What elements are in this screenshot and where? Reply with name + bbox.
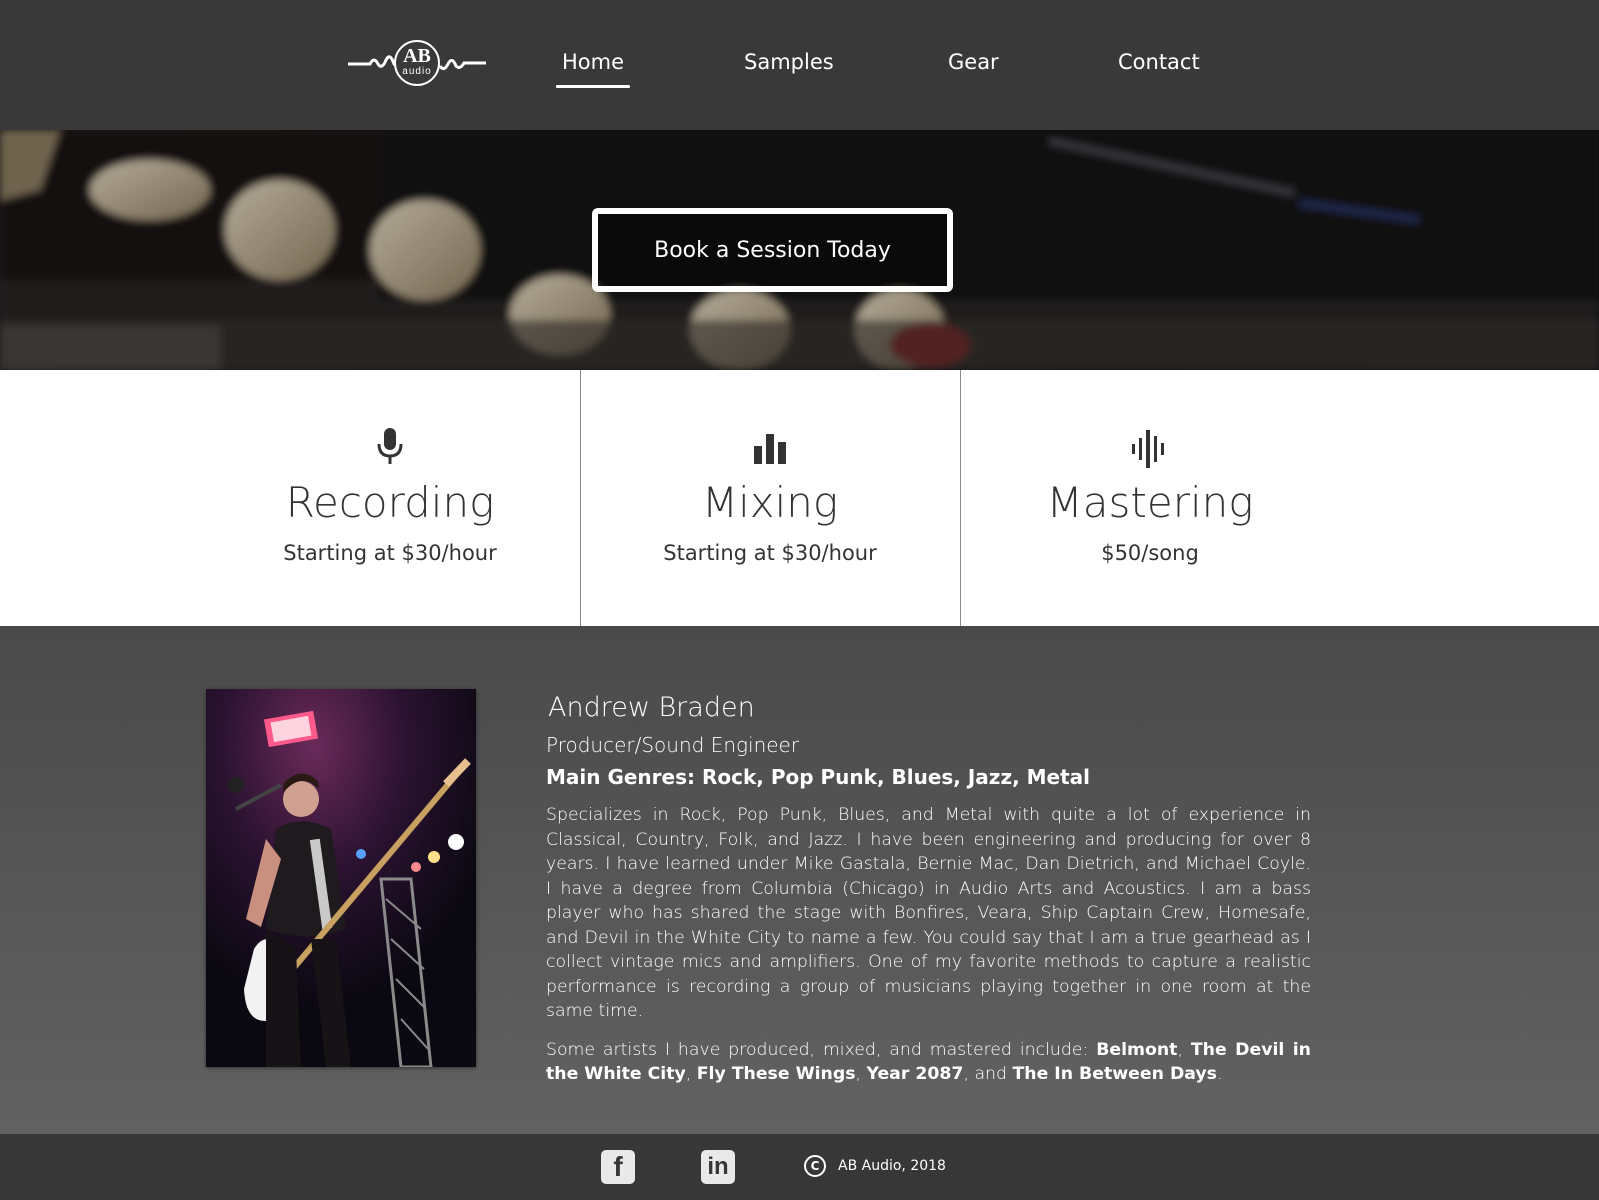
producer-role: Producer/Sound Engineer <box>546 733 800 757</box>
bar-chart-icon <box>754 432 786 468</box>
ab-audio-logo[interactable]: AB audio <box>346 36 488 90</box>
artists-paragraph: Some artists I have produced, mixed, and… <box>546 1039 1311 1085</box>
linkedin-link[interactable]: in <box>701 1150 735 1184</box>
divider <box>580 370 581 626</box>
divider <box>960 370 961 626</box>
logo-subtext: audio <box>402 66 431 77</box>
artist-name: Belmont <box>1096 1039 1178 1060</box>
service-mixing: Mixing Starting at $30/hour <box>652 370 888 626</box>
artist-name: The In Between Days <box>1012 1064 1217 1084</box>
main-genres: Main Genres: Rock, Pop Punk, Blues, Jazz… <box>546 765 1091 789</box>
service-recording: Recording Starting at $30/hour <box>280 370 500 626</box>
logo-text: AB <box>403 45 431 67</box>
about-section: Andrew Braden Producer/Sound Engineer Ma… <box>0 626 1599 1134</box>
facebook-icon: f <box>613 1151 623 1182</box>
waveform-icon <box>1132 430 1168 472</box>
copyright-text: AB Audio, 2018 <box>838 1158 946 1174</box>
facebook-link[interactable]: f <box>601 1150 635 1184</box>
service-title: Recording <box>285 478 495 527</box>
microphone-icon <box>376 428 404 470</box>
book-session-button[interactable]: Book a Session Today <box>592 208 953 292</box>
nav-link-home[interactable]: Home <box>555 50 631 88</box>
service-title: Mixing <box>701 478 839 527</box>
artists-intro: Some artists I have produced, mixed, and… <box>546 1039 1097 1060</box>
top-navigation: AB audio Home Samples Gear Contact <box>0 0 1599 130</box>
artists-and: and <box>974 1064 1007 1084</box>
artist-name: Year 2087 <box>866 1064 964 1084</box>
copyright-icon: C <box>804 1155 826 1177</box>
nav-link-gear[interactable]: Gear <box>948 50 999 74</box>
producer-name: Andrew Braden <box>548 692 755 723</box>
artist-name: Fly These Wings <box>696 1064 856 1084</box>
services-section: Recording Starting at $30/hour Mixing St… <box>0 370 1599 626</box>
service-price: Starting at $30/hour <box>283 541 497 565</box>
nav-link-samples[interactable]: Samples <box>744 50 834 74</box>
service-price: $50/song <box>1101 541 1199 565</box>
copyright: C AB Audio, 2018 <box>804 1155 946 1177</box>
linkedin-icon: in <box>707 1153 729 1180</box>
service-price: Starting at $30/hour <box>663 541 877 565</box>
service-mastering: Mastering $50/song <box>1040 370 1260 626</box>
profile-photo <box>206 689 476 1067</box>
bio-paragraph: Specializes in Rock, Pop Punk, Blues, an… <box>546 805 1311 1021</box>
bio-content: Andrew Braden Producer/Sound Engineer Ma… <box>546 692 1311 1087</box>
service-title: Mastering <box>1046 478 1254 527</box>
footer: f in C AB Audio, 2018 <box>0 1134 1599 1200</box>
nav-link-contact[interactable]: Contact <box>1118 50 1200 74</box>
